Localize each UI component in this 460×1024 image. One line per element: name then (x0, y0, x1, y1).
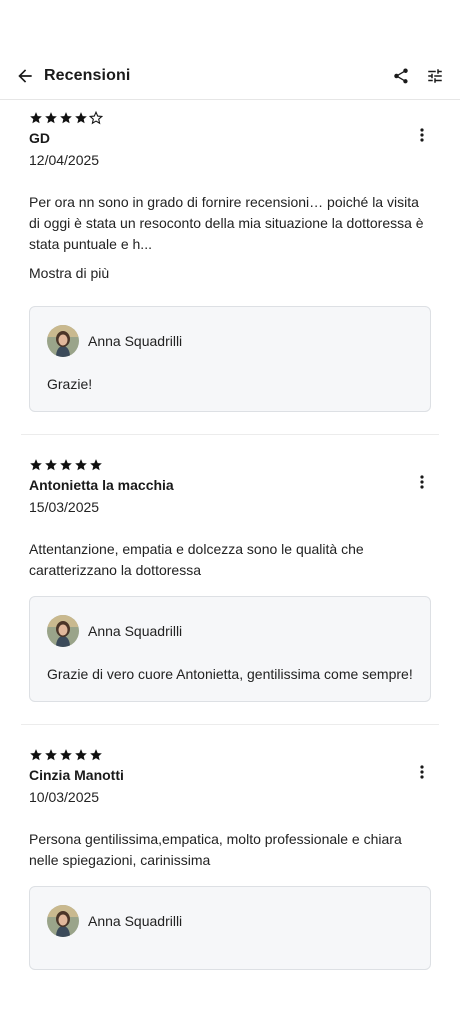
more-options-icon[interactable] (412, 125, 432, 145)
star-rating (29, 457, 431, 473)
star-rating (29, 110, 431, 126)
star-empty-icon (89, 111, 103, 125)
star-filled-icon (30, 459, 42, 471)
avatar (47, 905, 79, 937)
doctor-reply: Anna Squadrilli Grazie! (29, 306, 431, 412)
reply-author: Anna Squadrilli (88, 623, 183, 639)
doctor-reply: Anna Squadrilli (29, 886, 431, 970)
reply-text: Grazie di vero cuore Antonietta, gentili… (47, 666, 413, 682)
status-bar (0, 0, 460, 52)
review-date: 12/04/2025 (29, 152, 100, 168)
more-options-icon[interactable] (412, 762, 432, 782)
doctor-reply: Anna Squadrilli Grazie di vero cuore Ant… (29, 596, 431, 702)
star-filled-icon (90, 749, 102, 761)
star-filled-icon (30, 112, 42, 124)
reply-author: Anna Squadrilli (88, 333, 183, 349)
reviewer-name: GD (29, 130, 50, 146)
star-filled-icon (45, 749, 57, 761)
filter-sliders-icon[interactable] (424, 65, 446, 87)
review-card: Cinzia Manotti 10/03/2025 Persona gentil… (0, 725, 460, 970)
review-text: Per ora nn sono in grado di fornire rece… (29, 194, 424, 252)
review-card: GD 12/04/2025 Per ora nn sono in grado d… (0, 101, 460, 412)
reply-text: Grazie! (47, 376, 93, 392)
share-icon[interactable] (390, 65, 412, 87)
star-filled-icon (90, 459, 102, 471)
page-title: Recensioni (44, 66, 131, 84)
star-filled-icon (60, 749, 72, 761)
review-date: 15/03/2025 (29, 499, 100, 515)
avatar (47, 615, 79, 647)
star-filled-icon (30, 749, 42, 761)
app-bar: Recensioni (0, 52, 460, 100)
avatar (47, 325, 79, 357)
star-filled-icon (60, 112, 72, 124)
reply-author: Anna Squadrilli (88, 913, 183, 929)
review-text: Persona gentilissima,empatica, molto pro… (29, 831, 402, 868)
show-more-link[interactable]: Mostra di più (29, 265, 431, 281)
star-filled-icon (75, 749, 87, 761)
star-filled-icon (75, 459, 87, 471)
more-options-icon[interactable] (412, 472, 432, 492)
reviewer-name: Antonietta la macchia (29, 477, 174, 493)
review-card: Antonietta la macchia 15/03/2025 Attenta… (0, 435, 460, 702)
review-text: Attentanzione, empatia e dolcezza sono l… (29, 541, 364, 578)
star-filled-icon (45, 459, 57, 471)
review-date: 10/03/2025 (29, 789, 100, 805)
star-filled-icon (45, 112, 57, 124)
reviewer-name: Cinzia Manotti (29, 767, 124, 783)
star-filled-icon (75, 112, 87, 124)
reviews-list[interactable]: GD 12/04/2025 Per ora nn sono in grado d… (0, 101, 460, 980)
star-rating (29, 747, 431, 763)
star-filled-icon (60, 459, 72, 471)
back-arrow-icon[interactable] (14, 65, 36, 87)
